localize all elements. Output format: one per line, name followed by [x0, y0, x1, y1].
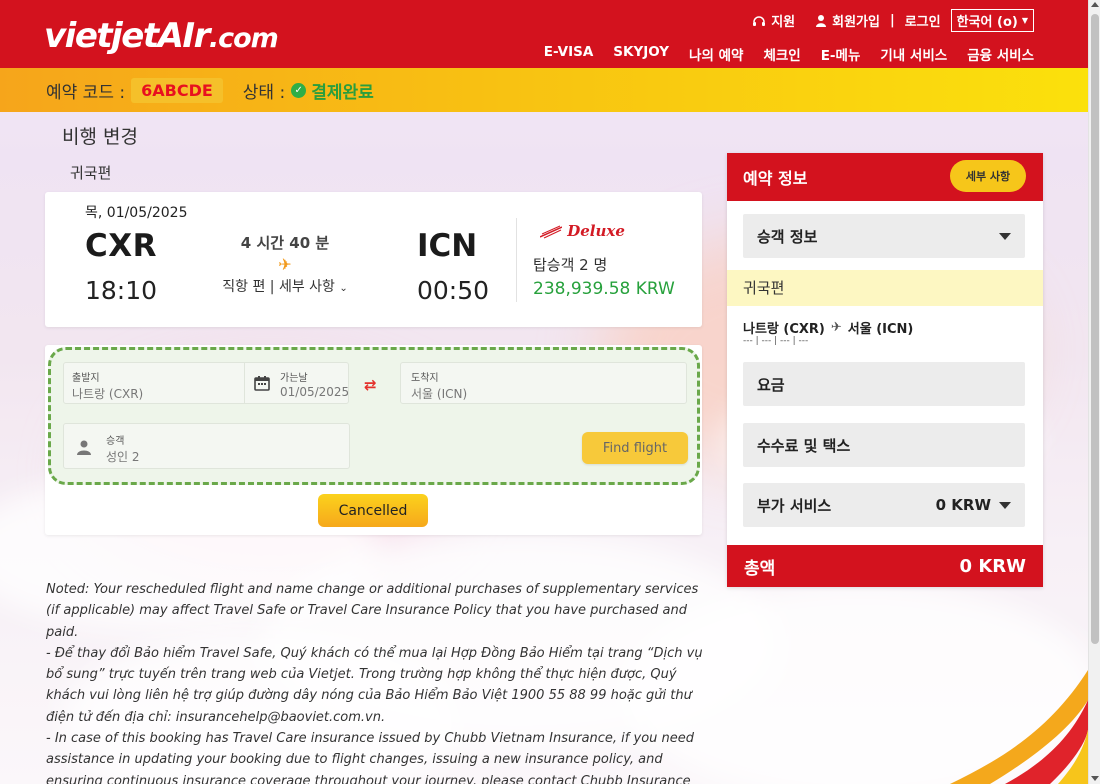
- login-link[interactable]: 로그인: [905, 11, 941, 30]
- fees-taxes-row[interactable]: 수수료 및 택스: [743, 423, 1025, 467]
- cancelled-button[interactable]: Cancelled: [318, 494, 428, 527]
- panel-header: 예약 정보 세부 사항: [727, 153, 1043, 201]
- date-value: 01/05/2025: [280, 385, 350, 399]
- plane-icon: ✈: [830, 320, 842, 335]
- destination-field[interactable]: 도착지 서울 (ICN): [400, 362, 687, 404]
- flight-price: 238,939.58 KRW: [533, 279, 675, 299]
- flight-date: 목, 01/05/2025: [85, 205, 188, 221]
- note-paragraph: - In case of this booking has Travel Car…: [46, 731, 695, 784]
- fare-row[interactable]: 요금: [743, 362, 1025, 406]
- route-details: --- | --- | --- | ---: [743, 336, 809, 346]
- passenger-count: 탑승객 2 명: [533, 256, 608, 274]
- page-title: 비행 변경: [62, 126, 138, 148]
- find-flight-button[interactable]: Find flight: [582, 432, 688, 464]
- nav-emenu[interactable]: E-메뉴: [821, 44, 861, 64]
- return-flight-section: 귀국편: [727, 270, 1043, 306]
- main-content: 비행 변경 귀국편 목, 01/05/2025 CXR 18:10 4 시간 4…: [0, 112, 1088, 784]
- language-selector[interactable]: 한국어 (o) ▼: [950, 9, 1034, 32]
- divider: [516, 218, 517, 302]
- booking-code-label: 예약 코드 :: [46, 82, 126, 103]
- plane-icon: ✈: [278, 255, 292, 274]
- note-paragraph: - Để thay đổi Bảo hiểm Travel Safe, Quý …: [46, 645, 703, 725]
- booking-code: 6ABCDE: [131, 77, 223, 103]
- main-nav: E-VISA SKYJOY 나의 예약 체크인 E-메뉴 기내 서비스 금융 서…: [544, 44, 1034, 64]
- signup-link[interactable]: 회원가입: [815, 11, 880, 30]
- departure-time: 18:10: [85, 276, 158, 305]
- scroll-down-icon[interactable]: [1091, 776, 1099, 781]
- caret-down-icon: [999, 501, 1011, 509]
- total-amount: 0 KRW: [959, 555, 1026, 577]
- total-bar: 총액 0 KRW: [727, 545, 1043, 587]
- addons-dropdown[interactable]: 부가 서비스 0 KRW: [743, 483, 1025, 527]
- insurance-notes: Noted: Your rescheduled flight and name …: [46, 579, 708, 784]
- scroll-thumb[interactable]: [1091, 14, 1099, 644]
- flight-info: 4 시간 40 분 ✈ 직항 편 | 세부 사항 ⌄: [215, 232, 355, 296]
- flight-details-toggle[interactable]: 직항 편 | 세부 사항 ⌄: [215, 276, 355, 296]
- person-icon: [77, 440, 91, 455]
- swap-icon[interactable]: ⇄: [364, 376, 377, 394]
- section-title-return: 귀국편: [70, 164, 112, 182]
- vietjet-logo[interactable]: vietjetAIr.com: [44, 14, 279, 61]
- check-circle-icon: ✓: [291, 82, 307, 98]
- flight-card: 목, 01/05/2025 CXR 18:10 4 시간 40 분 ✈ 직항 편…: [45, 192, 702, 327]
- total-label: 총액: [744, 558, 776, 579]
- search-box: 출발지 나트랑 (CXR) 가는날 01/05/2025 ⇄ 도착지 서울 (I…: [48, 347, 700, 485]
- flight-duration: 4 시간 40 분: [240, 234, 330, 252]
- page-scrollbar[interactable]: [1088, 0, 1100, 784]
- passenger-field[interactable]: 승객 성인 2: [63, 423, 350, 469]
- details-button[interactable]: 세부 사항: [950, 160, 1026, 192]
- status-label: 상태 :: [242, 82, 286, 103]
- route-summary: 나트랑 (CXR) ✈ 서울 (ICN): [743, 320, 914, 337]
- addons-amount: 0 KRW: [935, 496, 991, 514]
- chevron-down-icon: ▼: [1021, 16, 1028, 25]
- date-label: 가는날: [280, 373, 308, 384]
- top-header: vietjetAIr.com 지원 회원가입 | 로그인 한국어 (o) ▼ E…: [0, 0, 1088, 68]
- chevron-down-icon: ⌄: [339, 283, 348, 294]
- top-links: 지원 회원가입 | 로그인 한국어 (o) ▼: [752, 9, 1034, 32]
- nav-inflight-services[interactable]: 기내 서비스: [880, 44, 947, 64]
- destination-code: ICN: [417, 228, 478, 264]
- user-icon: [816, 15, 827, 27]
- booking-status-bar: 예약 코드 : 6ABCDE 상태 : ✓ 결제완료: [0, 68, 1088, 112]
- nav-checkin[interactable]: 체크인: [763, 44, 800, 64]
- nav-evisa[interactable]: E-VISA: [544, 44, 594, 64]
- calendar-icon: [254, 376, 270, 391]
- nav-skyjoy[interactable]: SKYJOY: [613, 44, 669, 64]
- change-flight-form: 출발지 나트랑 (CXR) 가는날 01/05/2025 ⇄ 도착지 서울 (I…: [45, 345, 702, 535]
- caret-down-icon: [999, 232, 1011, 240]
- panel-title: 예약 정보: [743, 169, 808, 188]
- origin-field[interactable]: 출발지 나트랑 (CXR) 가는날 01/05/2025: [63, 362, 349, 404]
- nav-financial-services[interactable]: 금융 서비스: [967, 44, 1034, 64]
- deluxe-wings-icon: [539, 225, 563, 239]
- booking-info-panel: 예약 정보 세부 사항 승객 정보 귀국편 나트랑 (CXR) ✈ 서울 (IC…: [727, 153, 1043, 587]
- passenger-info-dropdown[interactable]: 승객 정보: [743, 214, 1025, 258]
- status-badge: ✓ 결제완료: [291, 78, 374, 103]
- headset-icon: [753, 15, 766, 26]
- fare-class-logo: Deluxe: [539, 222, 625, 240]
- support-link[interactable]: 지원: [752, 11, 795, 30]
- link-separator: |: [889, 13, 895, 28]
- nav-my-booking[interactable]: 나의 예약: [689, 44, 743, 64]
- note-paragraph: Noted: Your rescheduled flight and name …: [46, 582, 699, 640]
- origin-code: CXR: [85, 228, 158, 264]
- scroll-up-icon[interactable]: [1091, 2, 1099, 7]
- arrival-time: 00:50: [417, 276, 490, 305]
